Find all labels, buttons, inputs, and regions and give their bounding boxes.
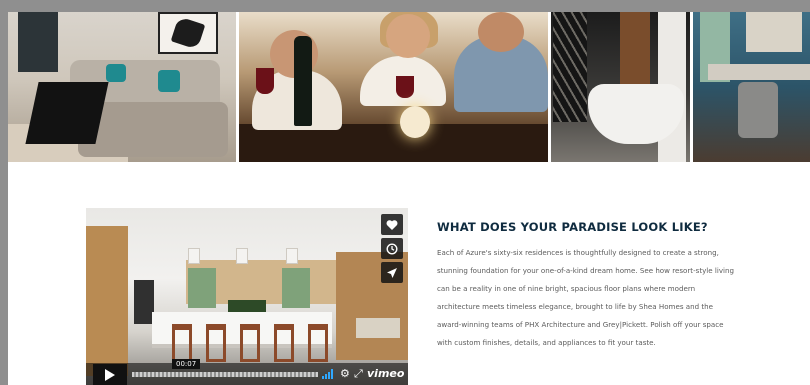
divider [690,12,693,162]
lattice-screen [553,12,587,122]
stool [172,324,192,362]
gear-icon[interactable]: ⚙ [340,367,350,381]
video-side-controls [381,214,403,286]
pillow [106,64,126,82]
section-body: Each of Azure's sixty-six residences is … [437,248,734,347]
progress-track[interactable]: 00:07 [132,359,318,377]
window [282,268,310,308]
window [188,268,216,308]
kitchen-shelf [746,12,802,52]
person-head [386,14,430,58]
clock-icon[interactable] [381,238,403,259]
wine-glass [256,68,274,94]
video-control-bar: 00:07 ⚙ ⤢ vimeo [86,359,408,385]
stool [274,324,294,362]
wine-glass [396,76,414,98]
video-player[interactable]: 00:07 ⚙ ⤢ vimeo [86,208,408,385]
pendant-lamp [286,248,298,264]
divider [548,12,551,162]
vimeo-logo[interactable]: vimeo [367,367,404,380]
wall-shelf [18,12,58,72]
kitchen-counter [708,64,810,80]
pillow [158,70,180,92]
fullscreen-icon[interactable]: ⤢ [354,367,363,381]
stool [240,324,260,362]
cabinet [86,226,128,376]
play-button[interactable] [93,364,127,385]
person-head [478,12,524,52]
oven [134,280,154,324]
volume-icon[interactable] [322,369,336,379]
pendant-lamp [236,248,248,264]
coffee-table [25,82,109,144]
stool [308,324,328,362]
bar-stool [738,82,778,138]
plant [228,300,266,312]
page: 00:07 ⚙ ⤢ vimeo WHAT DOES YOUR PARADISE … [8,12,810,385]
play-icon [105,368,115,381]
heart-icon[interactable] [381,214,403,235]
candle [400,106,430,138]
divider [236,12,239,162]
dining-area [356,318,400,338]
wall-art [158,12,218,54]
timestamp: 00:07 [172,359,201,369]
stool [206,324,226,362]
section-heading: WHAT DOES YOUR PARADISE LOOK LIKE? [437,220,708,234]
send-icon[interactable] [381,262,403,283]
pendant-lamp [188,248,200,264]
wine-bottle [294,36,312,126]
photo-banner [8,12,810,162]
